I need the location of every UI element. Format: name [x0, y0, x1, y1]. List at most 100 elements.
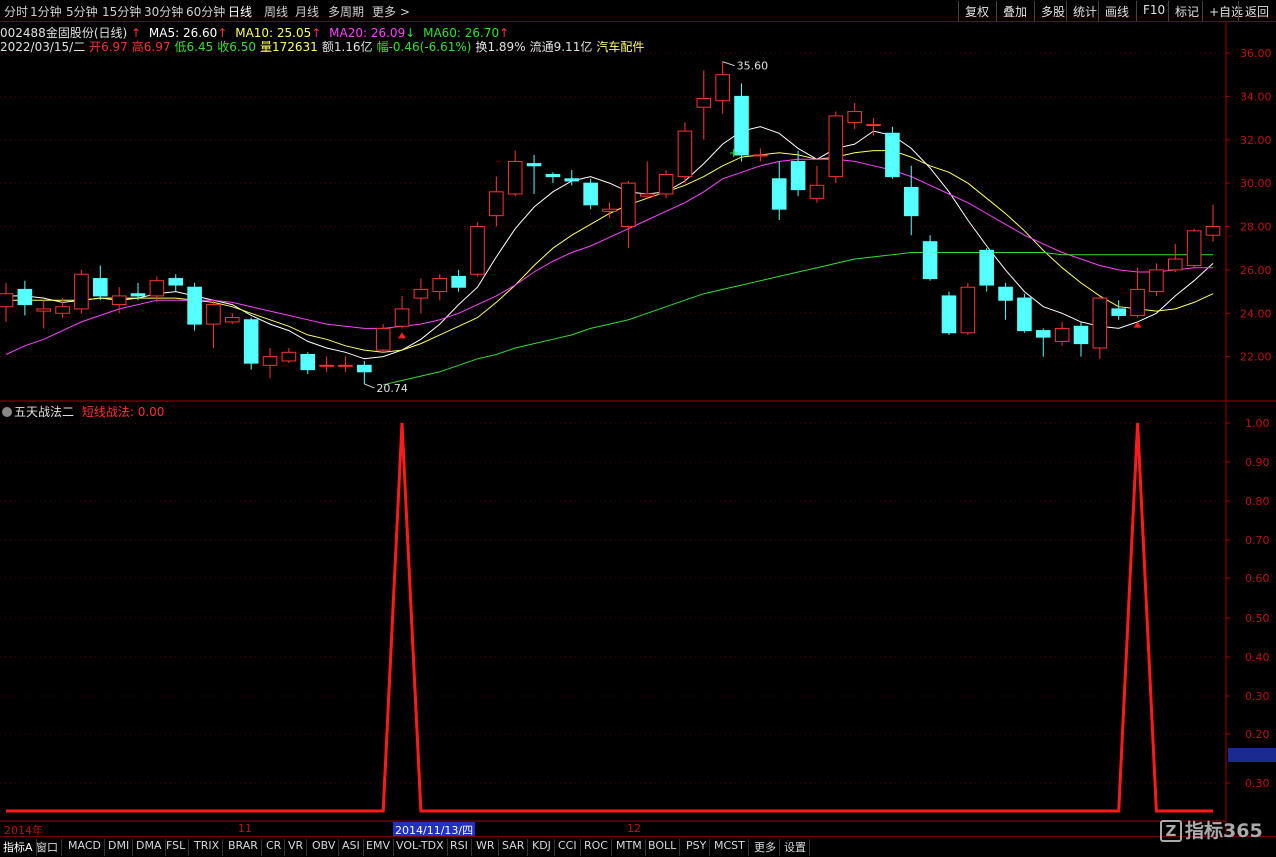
float-label: 流通 — [529, 40, 554, 54]
y-tick-label: 26.00 — [1240, 264, 1272, 277]
indicator-tab-0[interactable]: 指标A — [0, 839, 37, 856]
candle-body — [319, 364, 334, 367]
float-value: 9.11亿 — [553, 40, 593, 54]
indicator-tab-4[interactable]: DMA — [133, 839, 166, 856]
indicator-tab-16[interactable]: SAR — [499, 839, 529, 856]
indicator-tab-18[interactable]: CCI — [555, 839, 581, 856]
indicator-tab-20[interactable]: MTM — [613, 839, 646, 856]
candle — [960, 282, 976, 335]
chevron-down-icon[interactable] — [2, 407, 12, 417]
quote-date: 2022/03/15/二 — [0, 40, 86, 54]
period-tab-2[interactable]: 5分钟 — [66, 3, 98, 20]
indicator-line — [6, 422, 1213, 813]
candle-body — [1035, 330, 1051, 338]
indicator-tab-23[interactable]: MCST — [711, 839, 749, 856]
candle-body — [74, 273, 89, 310]
period-tab-5[interactable]: 60分钟 — [186, 3, 225, 20]
amount-value: 1.16亿 — [333, 40, 373, 54]
indicator-tab-15[interactable]: WR — [473, 839, 499, 856]
period-tab-9[interactable]: 多周期 — [328, 3, 364, 20]
candle-body — [866, 124, 881, 127]
indicator-tab-21[interactable]: BOLL — [645, 839, 681, 856]
candle — [885, 126, 900, 179]
indicator-tab-3[interactable]: DMI — [105, 839, 134, 856]
period-tab-10[interactable]: 更多 > — [372, 3, 410, 20]
period-tab-0[interactable]: 分时 — [4, 3, 28, 20]
period-tab-4[interactable]: 30分钟 — [144, 3, 183, 20]
candle-body — [790, 160, 806, 191]
vol-value: 172631 — [272, 40, 318, 54]
toolbar-button-4[interactable]: 画线 — [1098, 1, 1135, 21]
toolbar-button-6[interactable]: 标记 — [1168, 1, 1205, 21]
charts-canvas[interactable]: 36.00 34.00 32.00 30.00 28.00 26.00 24.00 22.00… — [0, 0, 1276, 857]
candle-body — [1111, 308, 1126, 316]
indicator-tab-12[interactable]: EMV — [363, 839, 394, 856]
candle — [1130, 267, 1145, 318]
candle-body — [432, 278, 448, 293]
high-pointer — [722, 61, 735, 67]
candle — [639, 161, 655, 199]
candle — [1073, 321, 1089, 357]
indicator-tab-9[interactable]: VR — [285, 839, 308, 856]
candle — [281, 347, 297, 364]
candle-body — [17, 288, 33, 306]
candle — [187, 282, 202, 331]
site-logo: Z 指标365 — [1160, 816, 1263, 843]
indicator-tab-11[interactable]: ASI — [339, 839, 364, 856]
candle-body — [375, 327, 391, 351]
candle-body — [1167, 258, 1183, 271]
buy-arrow-icon — [398, 332, 407, 339]
indicator-tab-7[interactable]: BRAR — [225, 839, 262, 856]
turnover-value: 1.89% — [487, 40, 526, 54]
indicator-tab-24[interactable]: 更多 — [751, 839, 780, 856]
candle-body — [639, 193, 655, 197]
indicator-tab-8[interactable]: CR — [263, 839, 286, 856]
indicator-tab-17[interactable]: KDJ — [529, 839, 555, 856]
candle-body — [696, 98, 712, 108]
candle — [74, 269, 89, 314]
toolbar-button-1[interactable]: 叠加 — [996, 1, 1033, 21]
indicator-tab-22[interactable]: PSY — [683, 839, 711, 856]
y-tick-label: 24.00 — [1240, 307, 1272, 320]
candle-body — [583, 182, 598, 206]
candle — [489, 176, 504, 227]
candle — [432, 274, 448, 301]
period-tab-1[interactable]: 1分钟 — [30, 3, 62, 20]
toolbar-button-0[interactable]: 复权 — [958, 1, 995, 21]
candle — [903, 165, 919, 236]
indicator-tab-1[interactable]: 窗口 — [33, 839, 62, 856]
candle-body — [1054, 327, 1070, 342]
subchart-name[interactable]: 五天战法二 — [14, 405, 74, 419]
candle-body — [111, 295, 127, 306]
indicator-tab-2[interactable]: MACD — [65, 839, 105, 856]
period-tab-8[interactable]: 月线 — [295, 3, 319, 20]
sector-label[interactable]: 汽车配件 — [596, 40, 644, 54]
indicator-tab-10[interactable]: OBV — [309, 839, 340, 856]
toolbar-button-5[interactable]: F10 — [1136, 1, 1171, 21]
indicator-tab-6[interactable]: TRIX — [191, 839, 224, 856]
candle — [319, 356, 334, 372]
y-tick-label: 0.70 — [1245, 534, 1270, 547]
period-tab-7[interactable]: 周线 — [264, 3, 288, 20]
candle — [790, 150, 806, 197]
candle — [111, 287, 127, 314]
candle — [243, 317, 259, 370]
high-value: 6.97 — [143, 40, 171, 54]
candle — [753, 148, 768, 162]
indicator-tab-14[interactable]: RSI — [447, 839, 472, 856]
candle-body — [470, 226, 485, 275]
indicator-tab-25[interactable]: 设置 — [781, 839, 810, 856]
period-tab-6[interactable]: 日线 — [228, 3, 252, 20]
candle-body — [225, 317, 240, 323]
candle — [507, 150, 523, 197]
amount-label: 额 — [321, 40, 334, 54]
y-tick-label: 0.60 — [1245, 572, 1270, 585]
candle-body — [828, 115, 844, 178]
indicator-tab-19[interactable]: ROC — [581, 839, 612, 856]
ma-line-ma20 — [5, 158, 1213, 355]
period-tab-3[interactable]: 15分钟 — [102, 3, 141, 20]
toolbar-button-8[interactable]: 返回 — [1238, 1, 1275, 21]
indicator-tab-5[interactable]: FSL — [163, 839, 190, 856]
indicator-tab-13[interactable]: VOL-TDX — [393, 839, 448, 856]
candle-body — [979, 249, 994, 286]
